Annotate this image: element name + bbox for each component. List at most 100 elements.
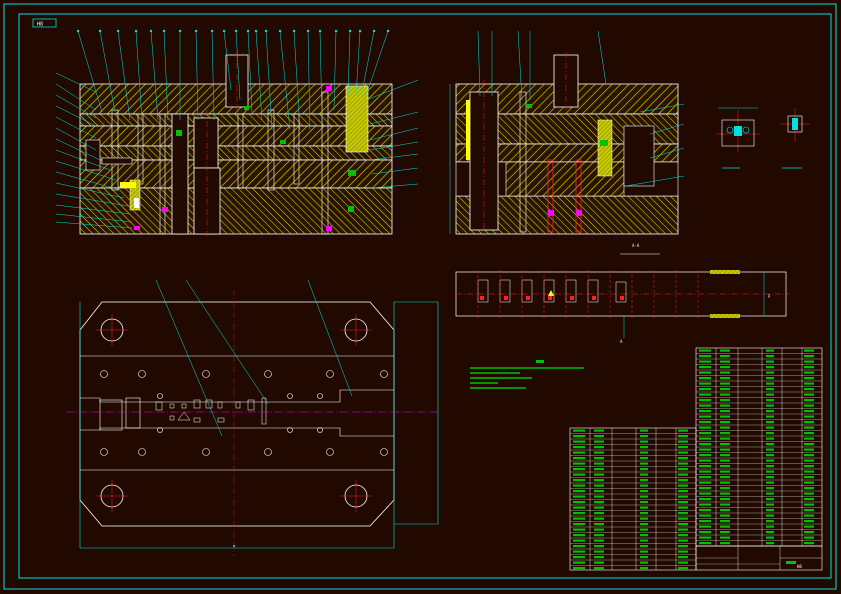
table-cell-mark [678,451,688,454]
table-cell-mark [699,476,711,479]
table-cell-mark [804,399,814,402]
table-cell-mark [804,525,814,528]
table-cell-mark [699,481,711,484]
table-cell-mark [766,366,774,369]
table-cell-mark [573,495,585,498]
table-cell-mark [804,492,814,495]
table-cell-mark [640,435,648,438]
table-cell-mark [699,487,711,490]
table-cell-mark [699,498,711,501]
table-cell-mark [699,465,711,468]
table-cell-mark [699,525,711,528]
table-cell-mark [640,567,648,570]
drawing-number: H8 [797,564,802,569]
table-cell-mark [766,498,774,501]
table-cell-mark [594,446,604,449]
table-cell-mark [699,393,711,396]
table-cell-mark [594,561,604,564]
table-cell-mark [720,393,730,396]
table-cell-mark [640,468,648,471]
table-cell-mark [720,437,730,440]
table-cell-mark [594,490,604,493]
table-cell-mark [804,404,814,407]
table-cell-mark [640,539,648,542]
table-cell-mark [573,462,585,465]
table-cell-mark [594,528,604,531]
table-cell-mark [594,506,604,509]
table-cell-mark [573,556,585,559]
table-cell-mark [766,349,774,352]
strip-layout: A-A A [455,243,790,344]
table-cell-mark [699,448,711,451]
table-cell-mark [594,479,604,482]
table-cell-mark [804,393,814,396]
table-cell-mark [766,360,774,363]
table-cell-mark [766,465,774,468]
table-cell-mark [678,490,688,493]
table-cell-mark [720,371,730,374]
table-cell-mark [640,462,648,465]
table-cell-mark [678,512,688,515]
table-cell-mark [594,451,604,454]
table-cell-mark [573,534,585,537]
table-cell-mark [766,509,774,512]
table-cell-mark [594,550,604,553]
table-cell-mark [678,462,688,465]
table-cell-mark [720,487,730,490]
table-cell-mark [720,465,730,468]
table-cell-mark [640,561,648,564]
table-cell-mark [699,415,711,418]
table-cell-mark [594,473,604,476]
table-cell-mark [804,487,814,490]
table-cell-mark [640,429,648,432]
plan-view [66,279,440,556]
table-cell-mark [573,506,585,509]
table-cell-mark [678,484,688,487]
table-cell-mark [573,457,585,460]
table-cell-mark [804,360,814,363]
table-cell-mark [766,481,774,484]
table-cell-mark [699,421,711,424]
table-cell-mark [720,448,730,451]
table-cell-mark [766,454,774,457]
table-cell-mark [640,451,648,454]
table-cell-mark [678,446,688,449]
table-cell-mark [594,567,604,570]
table-cell-mark [678,429,688,432]
table-cell-mark [804,415,814,418]
table-cell-mark [678,479,688,482]
table-cell-mark [699,399,711,402]
technical-notes [470,360,584,389]
table-cell-mark [766,503,774,506]
table-cell-mark [640,457,648,460]
table-cell-mark [699,470,711,473]
table-cell-mark [594,462,604,465]
table-cell-mark [720,498,730,501]
table-cell-mark [678,567,688,570]
table-cell-mark [640,479,648,482]
table-cell-mark [766,421,774,424]
table-cell-mark [594,468,604,471]
table-cell-mark [678,550,688,553]
table-cell-mark [594,517,604,520]
section-a-label: A-A [632,243,640,248]
table-cell-mark [804,509,814,512]
table-cell-mark [804,520,814,523]
table-cell-mark [640,490,648,493]
table-cell-mark [573,490,585,493]
table-cell-mark [678,457,688,460]
table-cell-mark [573,501,585,504]
table-cell-mark [640,495,648,498]
table-cell-mark [640,550,648,553]
table-cell-mark [699,536,711,539]
table-cell-mark [678,495,688,498]
table-cell-mark [804,542,814,545]
table-cell-mark [573,567,585,570]
table-cell-mark [720,360,730,363]
title-tag: H8 [32,18,57,28]
table-cell-mark [766,426,774,429]
table-cell-mark [699,349,711,352]
table-cell-mark [766,525,774,528]
table-cell-mark [573,528,585,531]
table-cell-mark [699,509,711,512]
